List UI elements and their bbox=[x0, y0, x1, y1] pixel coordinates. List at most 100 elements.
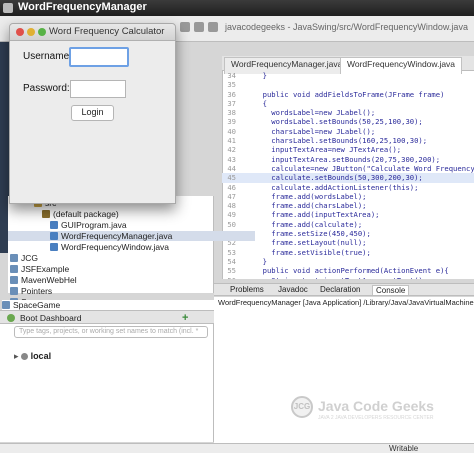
line-number: 46 bbox=[227, 182, 236, 192]
line-number: 49 bbox=[227, 210, 236, 220]
code-area[interactable]: 34 } 35 36 public void addFieldsToFrame(JF… bbox=[222, 71, 474, 279]
zoom-window-button[interactable] bbox=[38, 28, 46, 36]
code-line[interactable]: 50 frame.add(calculate); bbox=[222, 220, 474, 229]
code-text: calculate.addActionListener(this); bbox=[254, 182, 419, 192]
code-text: calculate.setBounds(50,300,200,30); bbox=[254, 173, 423, 183]
server-icon bbox=[21, 353, 29, 360]
line-number: 45 bbox=[227, 173, 236, 183]
code-text: frame.add(calculate); bbox=[254, 219, 363, 229]
code-line[interactable]: 43 inputTextArea.setBounds(20,75,300,200… bbox=[222, 155, 474, 164]
tree-item-spacegame[interactable]: SpaceGame bbox=[2, 300, 214, 310]
java-file-icon bbox=[50, 221, 58, 229]
code-text: public void addFieldsToFrame(JFrame fram… bbox=[254, 89, 445, 99]
code-line[interactable]: 46 calculate.addActionListener(this); bbox=[222, 183, 474, 192]
code-line[interactable]: 48 frame.add(charsLabel); bbox=[222, 201, 474, 210]
code-line[interactable]: 52 frame.setLayout(null); bbox=[222, 238, 474, 247]
minimize-window-button[interactable] bbox=[27, 28, 35, 36]
tab-console[interactable]: Console bbox=[372, 285, 410, 295]
code-text: frame.add(inputTextArea); bbox=[254, 210, 380, 220]
code-line[interactable]: 34 } bbox=[222, 71, 474, 80]
tab-problems[interactable]: Problems bbox=[230, 285, 264, 294]
code-line[interactable]: 39 wordsLabel.setBounds(50,25,100,30); bbox=[222, 117, 474, 126]
tree-item-pointers[interactable]: Pointers bbox=[10, 286, 52, 296]
boot-dashboard-title: Boot Dashboard bbox=[20, 313, 82, 323]
package-icon bbox=[42, 210, 50, 218]
code-text: frame.add(charsLabel); bbox=[254, 201, 367, 211]
code-line[interactable]: 36 public void addFieldsToFrame(JFrame f… bbox=[222, 90, 474, 99]
code-text: frame.setLayout(null); bbox=[254, 238, 367, 248]
console-tab-bar: Problems Javadoc Declaration Console bbox=[214, 283, 474, 296]
login-button[interactable]: Login bbox=[71, 105, 114, 121]
code-line[interactable]: 41 charsLabel.setBounds(160,25,100,30); bbox=[222, 136, 474, 145]
code-line[interactable]: 42 inputTextArea=new JTextArea(); bbox=[222, 145, 474, 154]
code-text: wordsLabel.setBounds(50,25,100,30); bbox=[254, 117, 423, 127]
code-line[interactable]: 47 frame.add(wordsLabel); bbox=[222, 192, 474, 201]
password-label: Password: bbox=[23, 83, 70, 94]
expand-arrow-icon[interactable]: ▸ bbox=[14, 351, 19, 361]
add-icon[interactable]: + bbox=[182, 312, 188, 324]
code-text: frame.setVisible(true); bbox=[254, 247, 371, 257]
line-number: 34 bbox=[227, 71, 236, 80]
code-line[interactable]: 40 charsLabel=new JLabel(); bbox=[222, 127, 474, 136]
code-line[interactable]: 53 frame.setVisible(true); bbox=[222, 248, 474, 257]
boot-local-item[interactable]: ▸ local bbox=[14, 351, 51, 362]
tree-item-mavenwebhel[interactable]: MavenWebHel bbox=[10, 275, 77, 285]
code-line[interactable]: 37 { bbox=[222, 99, 474, 108]
project-icon bbox=[2, 301, 10, 309]
tree-item-word-frequency-manager[interactable]: WordFrequencyManager.java bbox=[8, 231, 255, 241]
code-text: } bbox=[254, 256, 267, 266]
code-text: frame.setSize(450,450); bbox=[254, 229, 371, 239]
line-number: 56 bbox=[222, 276, 236, 279]
code-text: } bbox=[254, 71, 267, 80]
tree-item-jsfexample[interactable]: JSFExample bbox=[10, 264, 69, 274]
editor-tab-bar: WordFrequencyManager.java WordFrequencyW… bbox=[222, 56, 474, 74]
watermark-text: Java Code Geeks bbox=[318, 398, 434, 414]
code-line[interactable]: 56 String text=inputTextArea.getText(); bbox=[222, 276, 474, 279]
code-line[interactable]: 45 calculate.setBounds(50,300,200,30); bbox=[222, 173, 474, 183]
code-text: charsLabel=new JLabel(); bbox=[254, 126, 376, 136]
code-line[interactable]: 35 bbox=[222, 80, 474, 89]
folder-icon[interactable] bbox=[208, 22, 218, 32]
tab-declaration[interactable]: Declaration bbox=[320, 285, 360, 294]
writable-status: Writable bbox=[389, 444, 419, 453]
project-icon bbox=[10, 265, 18, 273]
app-title: WordFrequencyManager bbox=[18, 1, 147, 13]
boot-dashboard-body bbox=[0, 324, 214, 442]
code-line[interactable]: 55 public void actionPerformed(ActionEve… bbox=[222, 266, 474, 275]
code-line[interactable]: 38 wordsLabel=new JLabel(); bbox=[222, 108, 474, 117]
boot-dashboard-header: Boot Dashboard + bbox=[0, 310, 214, 324]
line-number: 53 bbox=[227, 247, 236, 257]
tree-item-jcg[interactable]: JCG bbox=[10, 253, 38, 263]
line-number: 48 bbox=[227, 201, 236, 211]
tab-javadoc[interactable]: Javadoc bbox=[278, 285, 308, 294]
status-bar: Writable bbox=[0, 443, 474, 453]
app-menu-icon[interactable] bbox=[3, 3, 13, 13]
project-icon bbox=[10, 287, 18, 295]
boot-filter-input[interactable]: Type tags, projects, or working set name… bbox=[14, 326, 208, 338]
watermark-tagline: JAVA 2 JAVA DEVELOPERS RESOURCE CENTER bbox=[318, 415, 434, 421]
code-line[interactable]: 51 frame.setSize(450,450); bbox=[222, 229, 474, 238]
code-line[interactable]: 49 frame.add(inputTextArea); bbox=[222, 210, 474, 219]
code-text: inputTextArea=new JTextArea(); bbox=[254, 145, 402, 155]
debug-icon[interactable] bbox=[194, 22, 204, 32]
code-line[interactable]: 54 } bbox=[222, 257, 474, 266]
java-file-icon bbox=[50, 243, 58, 251]
username-field[interactable] bbox=[69, 47, 129, 67]
console-output[interactable] bbox=[214, 309, 474, 443]
line-number: 36 bbox=[227, 89, 236, 99]
code-text: { bbox=[254, 98, 267, 108]
tree-item-default-package[interactable]: (default package) bbox=[42, 209, 119, 219]
app-title-bar: WordFrequencyManager bbox=[0, 0, 474, 16]
tree-item-word-frequency-window[interactable]: WordFrequencyWindow.java bbox=[50, 242, 169, 252]
line-number: 47 bbox=[227, 191, 236, 201]
password-field[interactable] bbox=[70, 80, 126, 98]
close-window-button[interactable] bbox=[16, 28, 24, 36]
line-number: 44 bbox=[227, 163, 236, 173]
code-text: public void actionPerformed(ActionEvent … bbox=[254, 266, 449, 276]
code-line[interactable]: 44 calculate=new JButton("Calculate Word… bbox=[222, 164, 474, 173]
line-number: 43 bbox=[227, 154, 236, 164]
line-number: 55 bbox=[227, 266, 236, 276]
tree-item-guiprogram[interactable]: GUIProgram.java bbox=[50, 220, 127, 230]
run-icon[interactable] bbox=[180, 22, 190, 32]
line-number: 42 bbox=[227, 145, 236, 155]
